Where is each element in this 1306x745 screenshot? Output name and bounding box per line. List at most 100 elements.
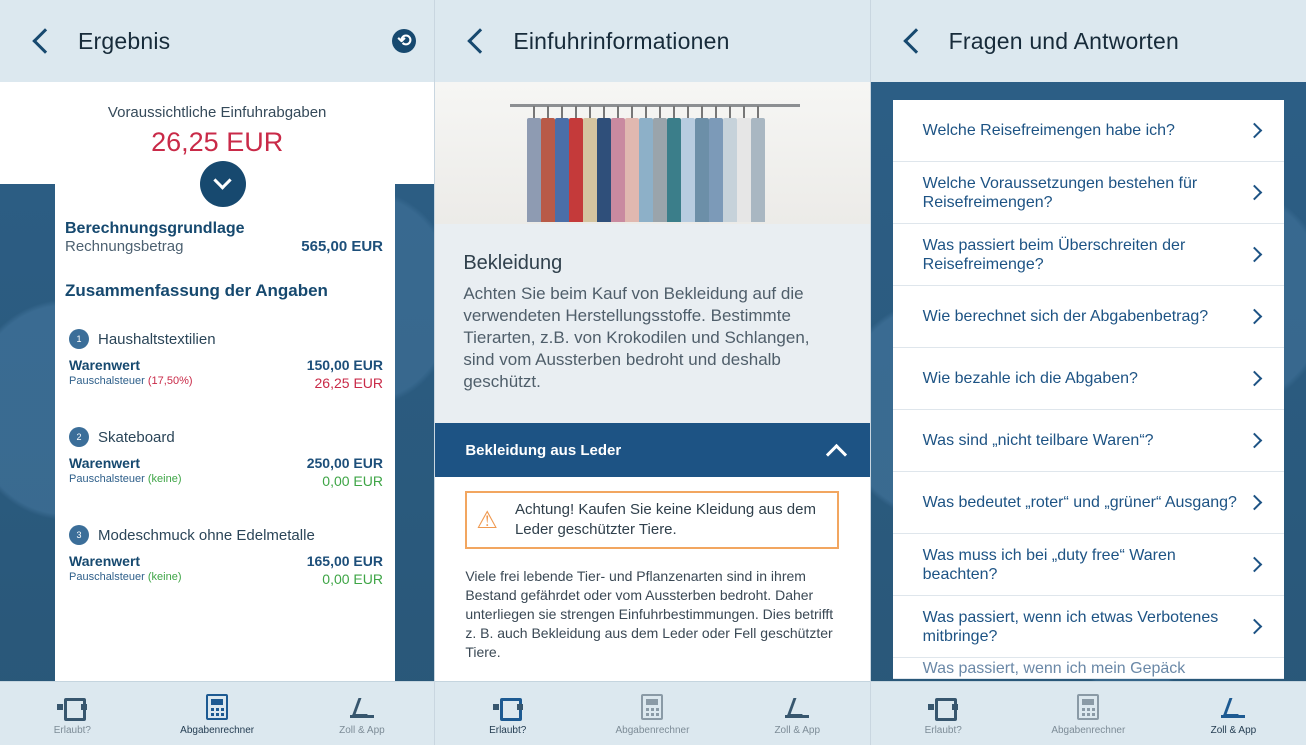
chevron-right-icon (1246, 618, 1262, 635)
item-tax-value: 0,00 EUR (322, 571, 383, 587)
faq-item[interactable]: Was passiert, wenn ich etwas Verbotenes … (892, 596, 1284, 658)
customs-app-icon (1218, 694, 1248, 720)
tab-abgabenrechner[interactable]: Abgabenrechner (592, 692, 712, 736)
chevron-up-icon (825, 443, 847, 465)
page-title: Fragen und Antworten (948, 27, 1179, 54)
chevron-right-icon (1246, 308, 1262, 325)
item-number: 1 (69, 329, 89, 349)
section-heading: Bekleidung (463, 252, 563, 274)
suitcase-icon (57, 696, 87, 721)
item-tax-rate: (keine) (147, 571, 182, 583)
tab-abgabenrechner[interactable]: Abgabenrechner (1028, 692, 1148, 736)
tab-abgabenrechner[interactable]: Abgabenrechner (157, 692, 277, 736)
page-title: Ergebnis (78, 27, 171, 54)
item-value: 150,00 EUR (306, 357, 383, 373)
top-bar: Fragen und Antworten (870, 0, 1306, 82)
tab-erlaubt[interactable]: Erlaubt? (448, 692, 568, 736)
tab-zoll-app[interactable]: Zoll & App (737, 692, 857, 736)
item: 2 Skateboard Warenwert 250,00 EUR Pauschal… (69, 427, 383, 489)
item-number: 2 (69, 427, 89, 447)
tab-bar: Erlaubt? Abgabenrechner Zoll & App (435, 681, 870, 745)
refresh-icon[interactable]: ⟲ (392, 29, 417, 53)
chevron-right-icon (1246, 122, 1262, 139)
suitcase-icon (492, 696, 523, 721)
tab-erlaubt[interactable]: Erlaubt? (12, 692, 132, 736)
item-value-label: Warenwert (69, 553, 141, 569)
top-bar: Einfuhrinformationen (435, 0, 870, 82)
item-tax-value: 0,00 EUR (322, 473, 383, 489)
item-tax-rate: (keine) (147, 473, 182, 485)
warning-box: ⚠ Achtung! Kaufen Sie keine Kleidung aus… (465, 491, 840, 549)
invoice-value: 565,00 EUR (301, 238, 383, 255)
chevron-right-icon (1246, 246, 1262, 263)
item-tax-label: Pauschalsteuer (17,50%) (69, 375, 193, 387)
screen-result: Ergebnis ⟲ Voraussichtliche Einfuhrabgab… (0, 0, 436, 745)
chevron-right-icon (1246, 370, 1262, 387)
screen-import-info: Einfuhrinformationen Bekleidung Achten S… (435, 0, 871, 745)
expand-button[interactable] (200, 161, 246, 207)
accordion-label: Bekleidung aus Leder (465, 441, 622, 459)
warning-text: Achtung! Kaufen Sie keine Kleidung aus d… (514, 501, 816, 538)
app-screens: Ergebnis ⟲ Voraussichtliche Einfuhrabgab… (0, 0, 1306, 745)
estimate-label: Voraussichtliche Einfuhrabgaben (107, 104, 327, 121)
item-name: Skateboard (98, 428, 175, 446)
back-icon[interactable] (465, 27, 485, 55)
page-title: Einfuhrinformationen (513, 27, 730, 54)
accordion-body: ⚠ Achtung! Kaufen Sie keine Kleidung aus… (435, 477, 870, 682)
calculator-icon (641, 693, 664, 720)
faq-list: Welche Reisefreimengen habe ich? Welche … (892, 100, 1284, 679)
item-value-label: Warenwert (69, 455, 141, 471)
back-icon[interactable] (30, 27, 50, 55)
back-icon[interactable] (901, 27, 921, 55)
faq-item[interactable]: Welche Reisefreimengen habe ich? (892, 100, 1284, 162)
tab-bar: Erlaubt? Abgabenrechner Zoll & App (870, 681, 1306, 745)
faq-item[interactable]: Wie bezahle ich die Abgaben? (892, 348, 1284, 410)
item-value-label: Warenwert (69, 357, 141, 373)
item-value: 165,00 EUR (306, 553, 383, 569)
chevron-right-icon (1246, 432, 1262, 449)
accordion-header[interactable]: Bekleidung aus Leder (435, 423, 870, 477)
tab-zoll-app[interactable]: Zoll & App (302, 692, 422, 736)
chevron-right-icon (1246, 494, 1262, 511)
item: 3 Modeschmuck ohne Edelmetalle Warenwert 1… (69, 525, 383, 587)
item: 1 Haushaltstextilien Warenwert 150,00 EUR … (69, 329, 383, 391)
faq-item[interactable]: Was passiert beim Überschreiten der Reis… (892, 224, 1284, 286)
item-name: Haushaltstextilien (98, 330, 216, 348)
warning-icon: ⚠ (476, 506, 498, 534)
item-tax-value: 26,25 EUR (314, 375, 383, 391)
customs-app-icon (347, 694, 377, 720)
summary-heading: Zusammenfassung der Angaben (65, 281, 328, 300)
suitcase-icon (928, 696, 958, 721)
tab-bar: Erlaubt? Abgabenrechner Zoll & App (0, 681, 435, 745)
accordion-text: Viele frei lebende Tier- und Pflanzenart… (465, 568, 834, 660)
tab-erlaubt[interactable]: Erlaubt? (883, 692, 1003, 736)
item-name: Modeschmuck ohne Edelmetalle (98, 526, 315, 544)
item-number: 3 (69, 525, 89, 545)
chevron-right-icon (1246, 184, 1262, 201)
screen-faq: Fragen und Antworten Welche Reisefreimen… (870, 0, 1306, 745)
faq-item[interactable]: Wie berechnet sich der Abgabenbetrag? (892, 286, 1284, 348)
faq-item[interactable]: Was muss ich bei „duty free“ Waren beach… (892, 534, 1284, 596)
faq-item[interactable]: Was sind „nicht teilbare Waren“? (892, 410, 1284, 472)
invoice-label: Rechnungsbetrag (65, 238, 184, 255)
calculator-icon (1077, 693, 1100, 720)
customs-app-icon (782, 694, 812, 720)
calculation-card: Berechnungsgrundlage Rechnungsbetrag 565… (55, 184, 395, 744)
import-content: Bekleidung Achten Sie beim Kauf von Bekl… (435, 82, 870, 682)
item-value: 250,00 EUR (306, 455, 383, 471)
item-tax-label: Pauschalsteuer (keine) (69, 571, 182, 583)
estimate-value: 26,25 EUR (151, 127, 284, 157)
tab-zoll-app[interactable]: Zoll & App (1173, 692, 1293, 736)
item-tax-label: Pauschalsteuer (keine) (69, 473, 182, 485)
top-bar: Ergebnis ⟲ (0, 0, 435, 82)
calculator-icon (206, 693, 229, 720)
basis-heading: Berechnungsgrundlage (65, 220, 245, 237)
item-tax-rate: (17,50%) (147, 375, 193, 387)
faq-item[interactable]: Welche Voraussetzungen bestehen für Reis… (892, 162, 1284, 224)
clothing-rack-image (435, 82, 870, 224)
faq-item[interactable]: Was passiert, wenn ich mein Gepäck (892, 658, 1284, 679)
invoice-row: Rechnungsbetrag 565,00 EUR (65, 238, 383, 255)
section-paragraph: Achten Sie beim Kauf von Bekleidung auf … (463, 284, 810, 391)
chevron-right-icon (1246, 556, 1262, 573)
faq-item[interactable]: Was bedeutet „roter“ und „grüner“ Ausgan… (892, 472, 1284, 534)
